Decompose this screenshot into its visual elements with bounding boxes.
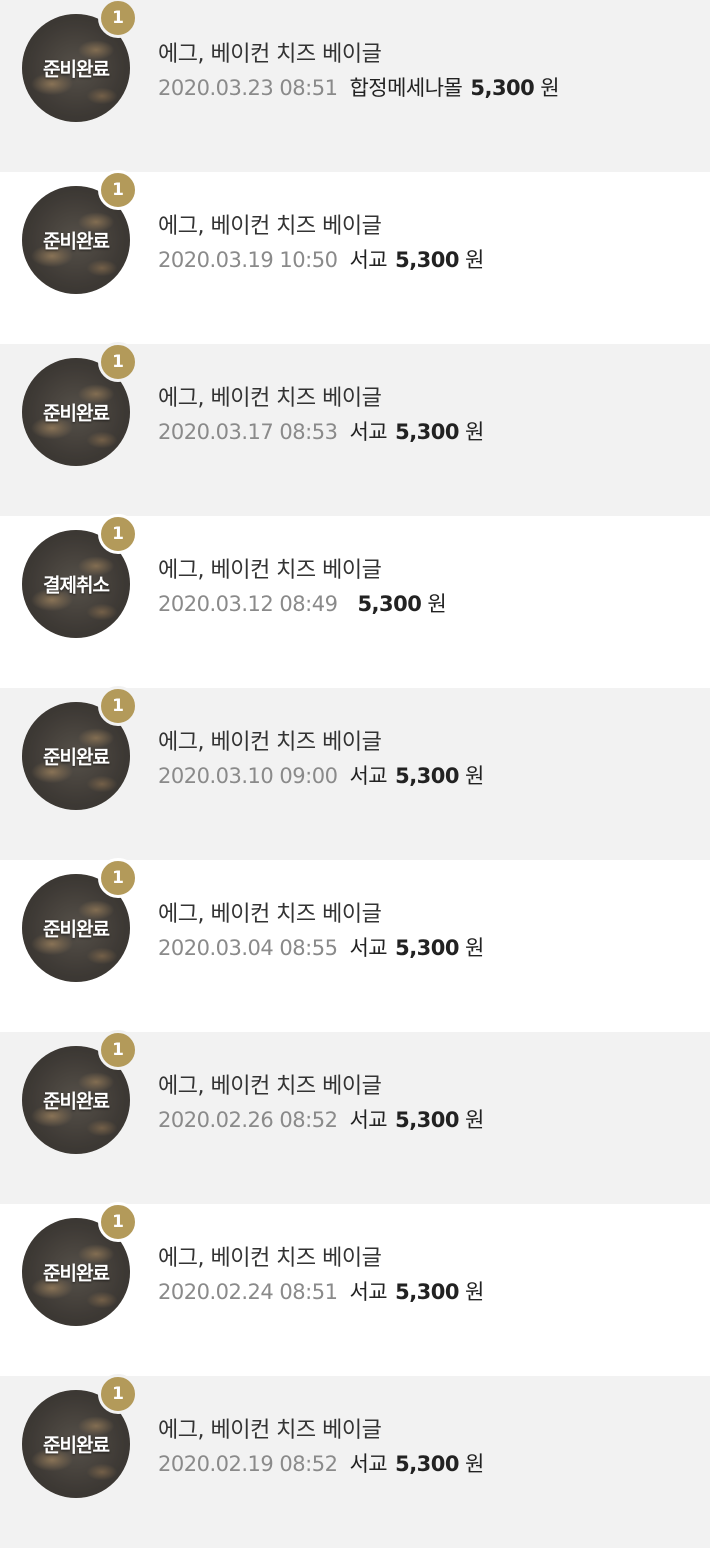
product-name: 에그, 베이컨 치즈 베이글 (158, 1074, 382, 1099)
order-status-label: 준비완료 (43, 1090, 110, 1113)
currency-unit: 원 (540, 76, 560, 100)
quantity-badge: 1 (98, 0, 138, 38)
order-status-label: 결제취소 (43, 574, 110, 597)
order-date: 2020.03.19 10:50 (158, 248, 338, 272)
product-name: 에그, 베이컨 치즈 베이글 (158, 386, 382, 411)
product-thumbnail: 준비완료 1 (22, 1374, 138, 1498)
quantity-badge: 1 (98, 1030, 138, 1070)
order-price: 5,300 (395, 936, 460, 960)
quantity-badge: 1 (98, 514, 138, 554)
product-thumbnail: 준비완료 1 (22, 1030, 138, 1154)
currency-unit: 원 (465, 1280, 484, 1304)
order-price: 5,300 (395, 1108, 460, 1132)
order-row[interactable]: 준비완료 1 에그, 베이컨 치즈 베이글 2020.02.19 08:52 서교 5,3… (0, 1374, 710, 1548)
order-row[interactable]: 결제취소 1 에그, 베이컨 치즈 베이글 2020.03.12 08:49 5,300… (0, 514, 710, 688)
currency-unit: 원 (465, 1452, 484, 1476)
order-meta: 2020.02.19 08:52 서교 5,300 원 (158, 1448, 484, 1478)
store-name: 합정메세나몰 (349, 76, 463, 100)
product-thumbnail: 준비완료 1 (22, 1202, 138, 1326)
order-meta: 2020.02.26 08:52 서교 5,300 원 (158, 1104, 484, 1134)
quantity-badge: 1 (98, 1374, 138, 1414)
order-date: 2020.03.17 08:53 (158, 420, 338, 444)
order-price: 5,300 (395, 420, 460, 444)
order-row[interactable]: 준비완료 1 에그, 베이컨 치즈 베이글 2020.03.10 09:00 서교 5,3… (0, 686, 710, 860)
store-name: 서교 (349, 1280, 388, 1304)
order-meta: 2020.03.04 08:55 서교 5,300 원 (158, 932, 484, 962)
quantity-badge: 1 (98, 170, 138, 210)
order-status-label: 준비완료 (43, 58, 110, 81)
order-row[interactable]: 준비완료 1 에그, 베이컨 치즈 베이글 2020.02.24 08:51 서교 5,3… (0, 1202, 710, 1376)
currency-unit: 원 (465, 764, 484, 788)
product-name: 에그, 베이컨 치즈 베이글 (158, 214, 382, 239)
product-thumbnail: 준비완료 1 (22, 0, 138, 122)
product-thumbnail: 결제취소 1 (22, 514, 138, 638)
order-row[interactable]: 준비완료 1 에그, 베이컨 치즈 베이글 2020.03.17 08:53 서교 5,3… (0, 342, 710, 516)
quantity-badge: 1 (98, 1202, 138, 1242)
store-name: 서교 (349, 936, 388, 960)
order-price: 5,300 (470, 76, 535, 100)
product-thumbnail: 준비완료 1 (22, 170, 138, 294)
order-meta: 2020.03.12 08:49 5,300 원 (158, 588, 447, 618)
order-status-label: 준비완료 (43, 1262, 110, 1285)
product-name: 에그, 베이컨 치즈 베이글 (158, 902, 382, 927)
order-status-label: 준비완료 (43, 230, 110, 253)
order-meta: 2020.03.17 08:53 서교 5,300 원 (158, 416, 484, 446)
product-name: 에그, 베이컨 치즈 베이글 (158, 730, 382, 755)
order-price: 5,300 (395, 1280, 460, 1304)
currency-unit: 원 (465, 936, 484, 960)
store-name: 서교 (349, 248, 388, 272)
currency-unit: 원 (465, 248, 484, 272)
store-name: 서교 (349, 764, 388, 788)
product-thumbnail: 준비완료 1 (22, 342, 138, 466)
order-status-label: 준비완료 (43, 746, 110, 769)
currency-unit: 원 (427, 592, 447, 616)
order-row[interactable]: 준비완료 1 에그, 베이컨 치즈 베이글 2020.03.19 10:50 서교 5,3… (0, 170, 710, 344)
order-date: 2020.03.12 08:49 (158, 592, 338, 616)
product-thumbnail: 준비완료 1 (22, 858, 138, 982)
product-name: 에그, 베이컨 치즈 베이글 (158, 1246, 382, 1271)
currency-unit: 원 (465, 420, 484, 444)
currency-unit: 원 (465, 1108, 484, 1132)
product-name: 에그, 베이컨 치즈 베이글 (158, 1418, 382, 1443)
order-date: 2020.02.24 08:51 (158, 1280, 338, 1304)
order-status-label: 준비완료 (43, 918, 110, 941)
order-meta: 2020.02.24 08:51 서교 5,300 원 (158, 1276, 484, 1306)
order-date: 2020.02.19 08:52 (158, 1452, 338, 1476)
store-name: 서교 (349, 1452, 388, 1476)
quantity-badge: 1 (98, 858, 138, 898)
order-row[interactable]: 준비완료 1 에그, 베이컨 치즈 베이글 2020.03.23 08:51 합정메세나… (0, 0, 710, 172)
quantity-badge: 1 (98, 686, 138, 726)
order-meta: 2020.03.23 08:51 합정메세나몰 5,300 원 (158, 72, 560, 102)
order-meta: 2020.03.10 09:00 서교 5,300 원 (158, 760, 484, 790)
order-date: 2020.03.23 08:51 (158, 76, 338, 100)
order-price: 5,300 (395, 764, 460, 788)
order-row[interactable]: 준비완료 1 에그, 베이컨 치즈 베이글 2020.03.04 08:55 서교 5,3… (0, 858, 710, 1032)
order-date: 2020.03.10 09:00 (158, 764, 338, 788)
order-price: 5,300 (395, 1452, 460, 1476)
store-name: 서교 (349, 420, 388, 444)
order-price: 5,300 (357, 592, 422, 616)
order-date: 2020.03.04 08:55 (158, 936, 338, 960)
order-price: 5,300 (395, 248, 460, 272)
product-name: 에그, 베이컨 치즈 베이글 (158, 558, 382, 583)
product-thumbnail: 준비완료 1 (22, 686, 138, 810)
order-meta: 2020.03.19 10:50 서교 5,300 원 (158, 244, 484, 274)
order-status-label: 준비완료 (43, 1434, 110, 1457)
store-name: 서교 (349, 1108, 388, 1132)
order-date: 2020.02.26 08:52 (158, 1108, 338, 1132)
order-history-list: 준비완료 1 에그, 베이컨 치즈 베이글 2020.03.23 08:51 합정메세나… (0, 0, 710, 1548)
order-status-label: 준비완료 (43, 402, 110, 425)
order-row[interactable]: 준비완료 1 에그, 베이컨 치즈 베이글 2020.02.26 08:52 서교 5,3… (0, 1030, 710, 1204)
quantity-badge: 1 (98, 342, 138, 382)
product-name: 에그, 베이컨 치즈 베이글 (158, 42, 382, 67)
